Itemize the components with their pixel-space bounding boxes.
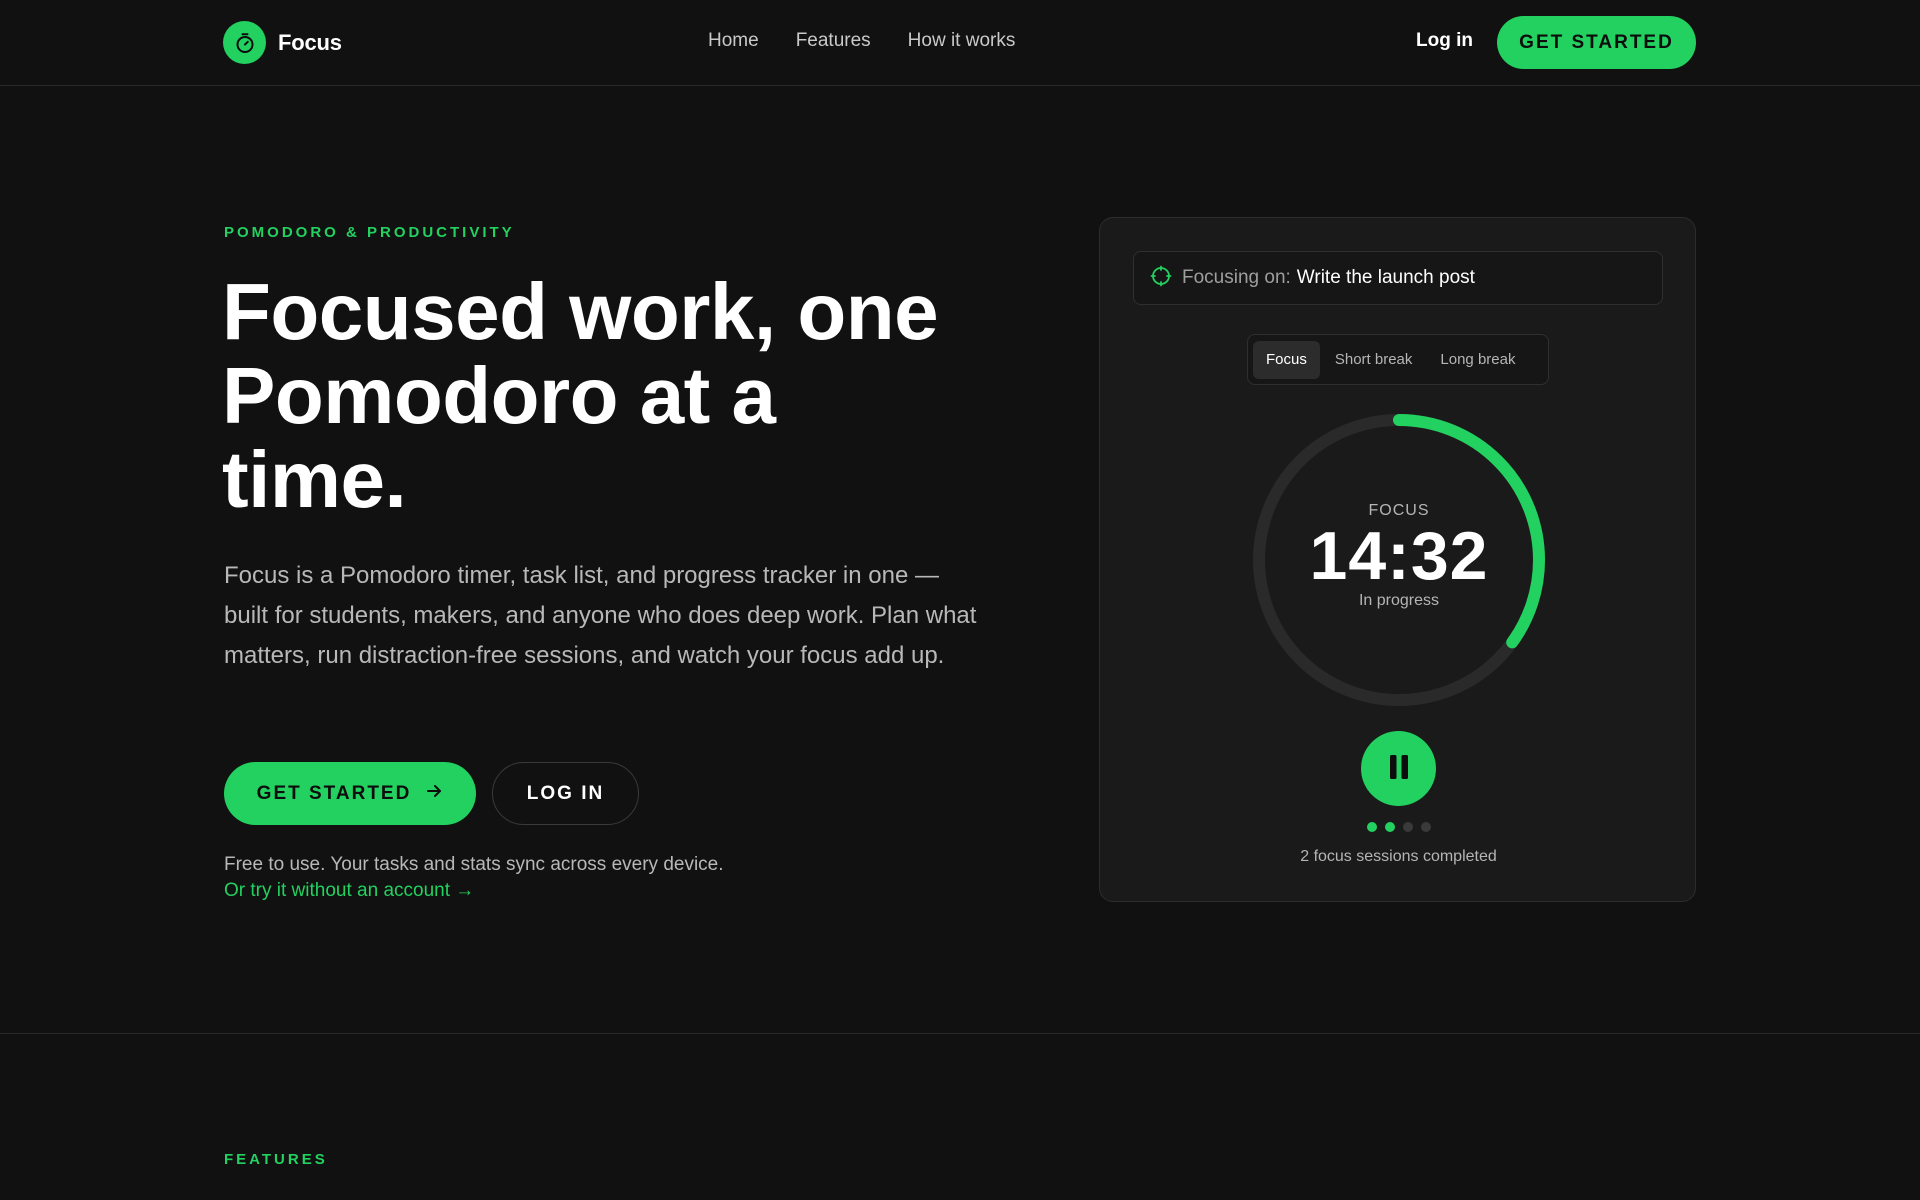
hero-description: Focus is a Pomodoro timer, task list, an… <box>224 562 977 669</box>
timer-card: Focusing on: Write the launch post Focus… <box>1099 217 1696 902</box>
session-dot-completed <box>1384 822 1395 832</box>
session-dots <box>1100 822 1697 832</box>
session-dot-pending <box>1402 822 1413 832</box>
log-in-button[interactable]: LOG IN <box>492 762 639 825</box>
timer-readout: FOCUS 14:32 In progress <box>1249 410 1549 710</box>
session-dot-completed <box>1366 822 1377 832</box>
focusing-on-label: Focusing on: <box>1182 267 1291 288</box>
timer-mode-tabs: Focus Short break Long break <box>1247 334 1549 385</box>
tab-long-break[interactable]: Long break <box>1427 341 1528 379</box>
login-link[interactable]: Log in <box>1416 30 1473 52</box>
pause-button[interactable] <box>1361 731 1436 806</box>
nav-link-how-it-works[interactable]: How it works <box>908 30 1016 52</box>
hero-title: Focused work, one Pomodoro at a time. <box>222 270 982 522</box>
free-note: Free to use. Your tasks and stats sync a… <box>224 854 724 875</box>
hero-title-line: Pomodoro at a <box>222 351 776 440</box>
current-task-field[interactable]: Focusing on: Write the launch post <box>1133 251 1663 305</box>
hero-title-line: time. <box>222 435 407 524</box>
pause-icon <box>1387 754 1411 783</box>
timer-ring: FOCUS 14:32 In progress <box>1249 410 1549 710</box>
get-started-label: GET STARTED <box>256 782 412 804</box>
focusing-on-task: Write the launch post <box>1296 267 1475 288</box>
nav-link-home[interactable]: Home <box>708 30 759 52</box>
try-without-account-link[interactable]: Or try it without an account → <box>224 880 474 902</box>
tab-focus[interactable]: Focus <box>1253 340 1320 379</box>
hero-eyebrow: POMODORO & PRODUCTIVITY <box>224 224 515 241</box>
session-dot-pending <box>1420 822 1431 832</box>
features-eyebrow: FEATURES <box>224 1151 328 1168</box>
timer-status: In progress <box>1358 592 1440 609</box>
brand-name: Focus <box>278 29 342 55</box>
hero-title-line: Focused work, one <box>222 267 939 356</box>
stopwatch-icon <box>223 21 266 64</box>
timer-time: 14:32 <box>1309 518 1489 594</box>
brand-logo[interactable]: Focus <box>223 21 342 64</box>
top-nav: Focus Home Features How it works Log in … <box>0 0 1920 86</box>
sessions-completed: 2 focus sessions completed <box>1300 848 1497 865</box>
tab-short-break[interactable]: Short break <box>1322 341 1426 379</box>
get-started-button[interactable]: GET STARTED <box>224 762 476 825</box>
get-started-nav-button[interactable]: GET STARTED <box>1497 16 1696 69</box>
crosshair-icon <box>1150 265 1172 292</box>
section-divider <box>0 1033 1920 1034</box>
nav-links: Home Features How it works <box>708 30 1015 52</box>
arrow-right-icon <box>425 782 443 806</box>
nav-link-features[interactable]: Features <box>796 30 871 52</box>
